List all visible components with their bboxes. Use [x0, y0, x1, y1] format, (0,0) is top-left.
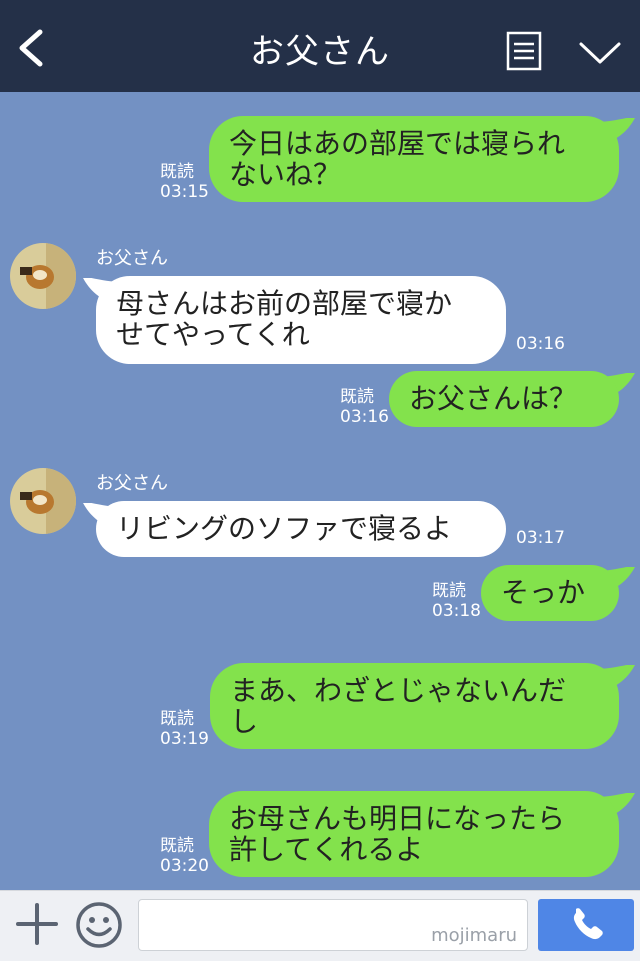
plus-icon[interactable] — [14, 901, 60, 947]
message-time: 03:18 — [432, 601, 481, 621]
message-bubble[interactable]: お父さんは？ — [389, 371, 619, 427]
message-line: 許してくれるよ — [229, 833, 424, 866]
message-line: まあ、わざとじゃないんだ — [230, 674, 567, 707]
message-bubble[interactable]: 母さんはお前の部屋で寝か せてやってくれ — [96, 276, 506, 364]
message-bubble[interactable]: まあ、わざとじゃないんだ し — [210, 663, 619, 749]
chat-area[interactable]: 既読 03:15 今日はあの部屋では寝られ ないね？ お父さん 母さんはお前の部… — [0, 92, 640, 890]
dog-photo-avatar — [10, 243, 76, 309]
message-time: 03:15 — [160, 182, 209, 202]
watermark-text: mojimaru — [431, 925, 517, 946]
read-receipt: 既読 — [160, 836, 194, 856]
message-bubble[interactable]: 今日はあの部屋では寝られ ないね？ — [209, 116, 619, 202]
message-line: せてやってくれ — [116, 318, 310, 351]
read-receipt: 既読 — [160, 162, 194, 182]
message-bubble[interactable]: リビングのソファで寝るよ — [96, 501, 506, 557]
chat-title: お父さん — [250, 32, 390, 72]
call-button[interactable] — [538, 899, 634, 951]
message-time: 03:19 — [160, 729, 209, 749]
menu-list-icon[interactable] — [506, 31, 542, 71]
read-receipt: 既読 — [340, 387, 374, 407]
message-bubble[interactable]: そっか — [481, 565, 619, 621]
chevron-down-icon[interactable] — [578, 38, 622, 68]
dog-photo-avatar — [10, 468, 76, 534]
message-time: 03:20 — [160, 856, 209, 876]
message-line: リビングのソファで寝るよ — [116, 512, 453, 545]
message-line: お母さんも明日になったら — [229, 802, 566, 835]
message-line: 今日はあの部屋では寝られ — [229, 127, 566, 160]
read-receipt: 既読 — [432, 581, 466, 601]
input-bar: mojimaru — [0, 890, 640, 961]
message-bubble[interactable]: お母さんも明日になったら 許してくれるよ — [209, 791, 619, 877]
avatar[interactable] — [10, 243, 76, 309]
message-time: 03:17 — [516, 528, 565, 548]
sender-name: お父さん — [96, 473, 168, 494]
read-receipt: 既読 — [160, 709, 194, 729]
message-line: し — [230, 705, 259, 738]
message-time: 03:16 — [516, 334, 565, 354]
phone-icon — [573, 908, 603, 940]
message-line: そっか — [501, 576, 586, 609]
avatar[interactable] — [10, 468, 76, 534]
message-line: 母さんはお前の部屋で寝か — [116, 287, 453, 320]
message-time: 03:16 — [340, 407, 389, 427]
sender-name: お父さん — [96, 248, 168, 269]
message-line: お父さんは？ — [409, 382, 578, 415]
message-line: ないね？ — [229, 158, 342, 191]
message-input-field[interactable]: mojimaru — [138, 899, 528, 951]
smile-icon[interactable] — [74, 900, 124, 950]
chat-header: お父さん — [0, 0, 640, 92]
